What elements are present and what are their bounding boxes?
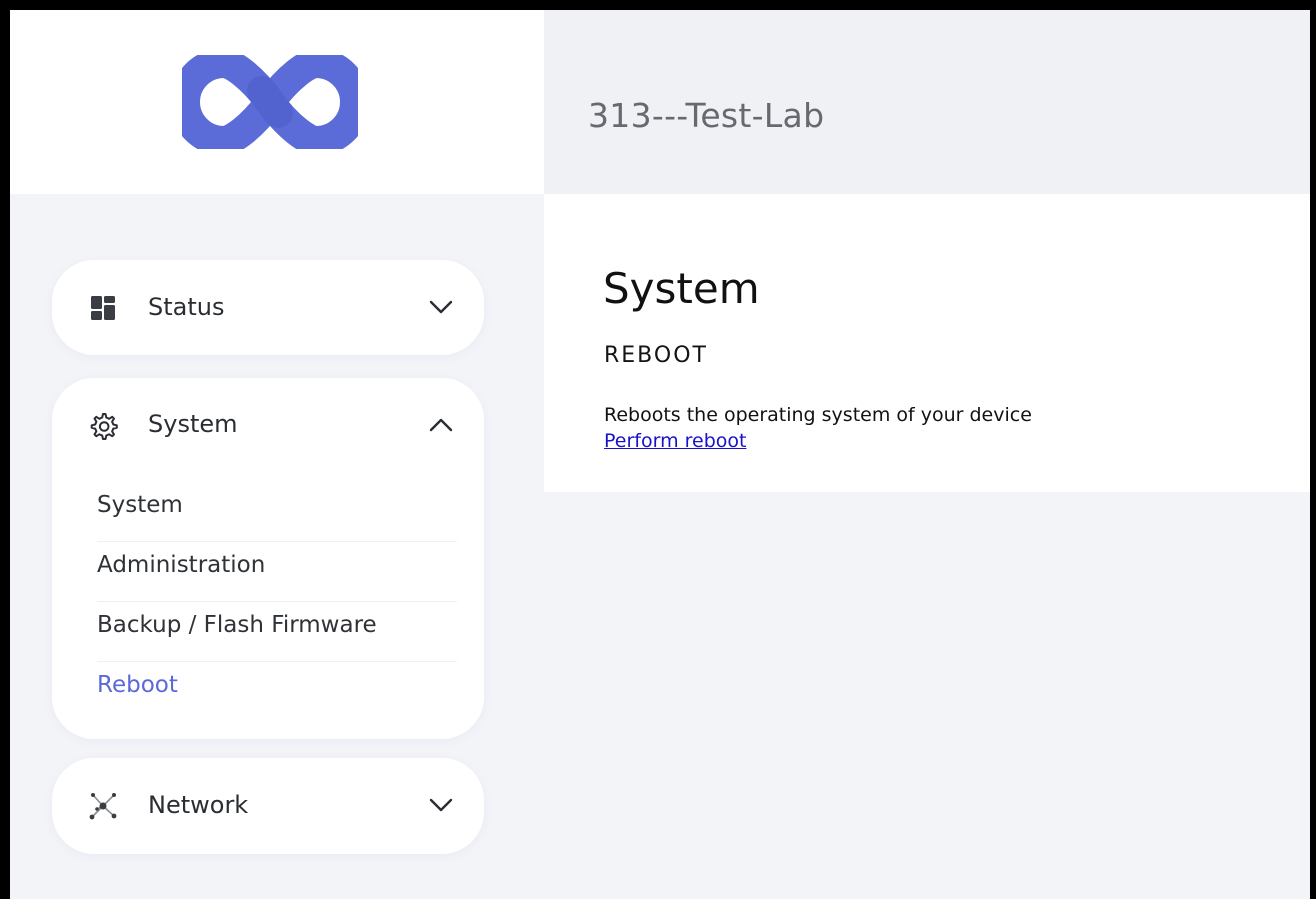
sidebar-system-toggle[interactable]: System	[52, 378, 484, 473]
sidebar-network-label: Network	[148, 791, 249, 819]
reboot-description: Reboots the operating system of your dev…	[604, 404, 1032, 426]
sidebar-status-toggle[interactable]: Status	[52, 260, 484, 355]
hostname-label: 313---Test-Lab	[588, 96, 825, 135]
sidebar-section-system: System System Administration Backup / Fl…	[52, 378, 484, 739]
submenu-item-administration[interactable]: Administration	[97, 542, 457, 602]
main-content: System REBOOT Reboots the operating syst…	[544, 194, 1310, 492]
sidebar-system-label: System	[148, 410, 238, 438]
logo-area	[10, 10, 544, 194]
sidebar-network-toggle[interactable]: Network	[52, 758, 484, 853]
infinity-logo-icon[interactable]	[182, 55, 358, 149]
sidebar: Status System System Administration Back…	[10, 194, 544, 899]
gear-icon	[90, 413, 118, 440]
network-nodes-icon	[89, 793, 117, 820]
submenu-item-reboot[interactable]: Reboot	[97, 662, 457, 722]
system-submenu: System Administration Backup / Flash Fir…	[97, 482, 457, 722]
sidebar-section-status: Status	[52, 260, 484, 355]
sidebar-status-label: Status	[148, 293, 225, 321]
submenu-item-system[interactable]: System	[97, 482, 457, 542]
section-subtitle: REBOOT	[604, 343, 708, 368]
top-header: 313---Test-Lab	[544, 10, 1310, 194]
chevron-down-icon	[429, 798, 453, 812]
dashboard-grid-icon	[91, 296, 115, 320]
sidebar-section-network: Network	[52, 758, 484, 854]
page-title: System	[603, 264, 760, 313]
app-frame: 313---Test-Lab Status System System Admi…	[10, 10, 1310, 899]
perform-reboot-link[interactable]: Perform reboot	[604, 430, 746, 452]
submenu-item-backup-flash-firmware[interactable]: Backup / Flash Firmware	[97, 602, 457, 662]
chevron-up-icon	[429, 418, 453, 432]
chevron-down-icon	[429, 300, 453, 314]
